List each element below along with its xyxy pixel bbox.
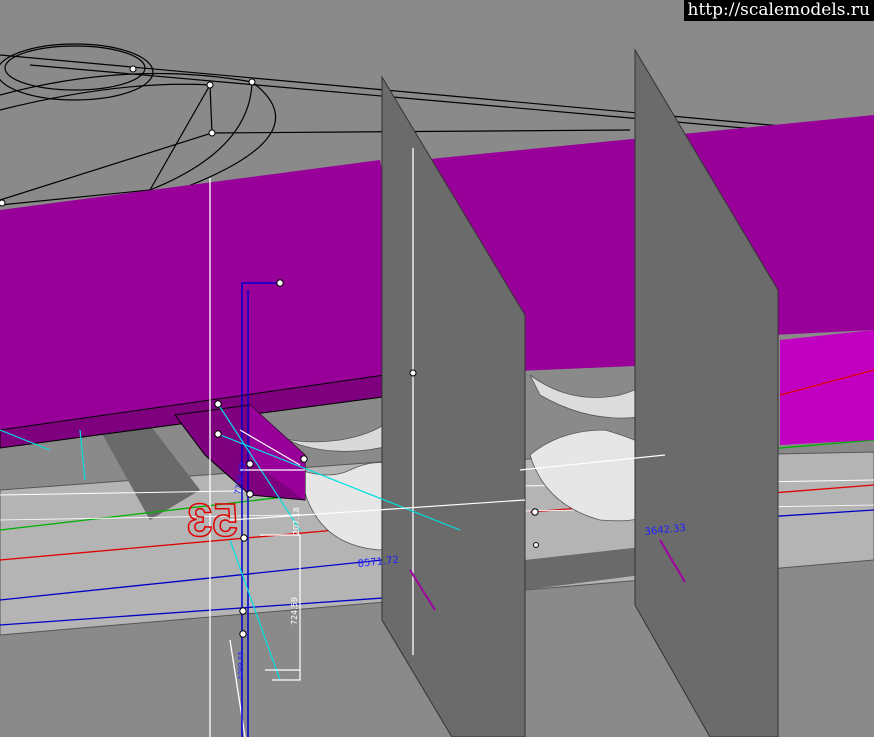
dimension-label-5: 724.59 — [290, 597, 299, 625]
part-number-label: 53 — [187, 494, 238, 546]
dimension-label-6: 4099.66 — [237, 651, 245, 680]
viewport-canvas[interactable]: 53 207.18 7720.02 8571.72 3642.33 724.59… — [0, 0, 874, 737]
watermark-url: http://scalemodels.ru — [683, 0, 874, 21]
wing-surface-far-right[interactable] — [780, 330, 874, 445]
cad-viewport[interactable]: 53 207.18 7720.02 8571.72 3642.33 724.59… — [0, 0, 874, 737]
dimension-label-1: 207.18 — [292, 507, 301, 535]
